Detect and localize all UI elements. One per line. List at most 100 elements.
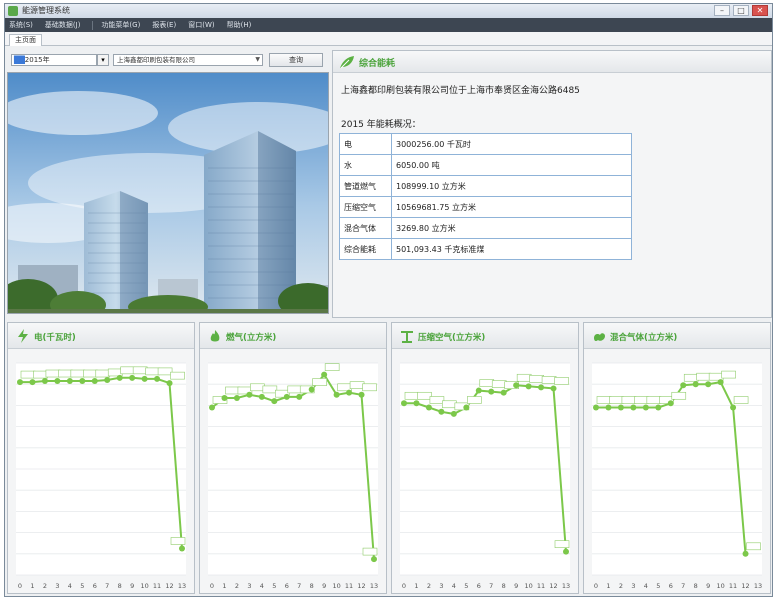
x-tick-label: 6: [669, 582, 673, 590]
maximize-button[interactable]: □: [733, 5, 749, 16]
data-point: [475, 387, 482, 394]
energy-usage-table: 电 3000256.00 千瓦时水 6050.00 吨管道燃气 108999.10 立…: [339, 133, 632, 260]
data-label: [45, 369, 61, 378]
window-title: 能源管理系统: [22, 6, 70, 15]
data-label: [479, 379, 495, 387]
data-point: [179, 545, 185, 552]
data-label: [554, 377, 569, 385]
company-building-photo: [7, 72, 329, 314]
date-picker-input[interactable]: ██2015年: [11, 54, 97, 66]
company-address: 上海鑫都印刷包装有限公司位于上海市奉贤区金海公路6485: [341, 86, 580, 96]
menu-help[interactable]: 帮助(H): [227, 20, 252, 30]
data-label: [541, 376, 557, 384]
data-label: [721, 370, 736, 379]
x-tick-label: 13: [178, 582, 186, 590]
x-tick-label: 6: [477, 582, 481, 590]
energy-overview-panel: 综合能耗 上海鑫都印刷包装有限公司位于上海市奉贤区金海公路6485 2015 年…: [332, 50, 772, 318]
menu-system[interactable]: 系统(S): [9, 20, 33, 30]
x-tick-label: 5: [656, 582, 660, 590]
data-point: [233, 394, 240, 401]
chevron-down-icon: ▼: [255, 56, 260, 63]
data-point: [91, 378, 98, 385]
data-point: [742, 550, 749, 557]
x-tick-label: 11: [537, 582, 545, 590]
data-point: [680, 382, 687, 389]
energy-value-cell: 501,093.43 千克标准煤: [391, 238, 632, 260]
data-point: [630, 404, 637, 411]
data-label: [145, 367, 160, 376]
table-row: 混合气体 3269.80 立方米: [339, 217, 632, 239]
x-tick-label: 3: [55, 582, 59, 590]
x-tick-label: 8: [502, 582, 506, 590]
x-tick-label: 1: [222, 582, 226, 590]
table-row: 电 3000256.00 千瓦时: [339, 133, 632, 155]
x-tick-label: 8: [694, 582, 698, 590]
chart-panel: 混合气体(立方米) 0 1 2 3 4 5 6 7 8 9 10 11 12 13: [583, 322, 771, 594]
table-row: 水 6050.00 吨: [339, 154, 632, 176]
x-tick-label: 2: [235, 582, 239, 590]
data-point: [346, 389, 353, 396]
data-label: [70, 369, 86, 378]
data-label: [262, 385, 278, 394]
data-label: [554, 540, 570, 548]
data-point: [563, 548, 569, 555]
overview-title: 综合能耗: [359, 59, 396, 69]
data-point: [246, 391, 253, 398]
app-window: 能源管理系统 – □ ✕ 系统(S) 基础数据(J) 功能菜单(G) 报表(E)…: [4, 3, 773, 597]
data-label: [746, 542, 761, 551]
x-tick-label: 1: [606, 582, 610, 590]
data-label: [516, 373, 532, 382]
data-point: [333, 391, 340, 398]
x-tick-label: 10: [716, 582, 724, 590]
x-tick-label: 4: [68, 582, 72, 590]
data-point: [438, 408, 445, 415]
company-select[interactable]: 上海鑫都印刷包装有限公司 ▼: [113, 54, 263, 66]
x-tick-label: 8: [118, 582, 122, 590]
data-label: [596, 396, 612, 404]
overview-header: 综合能耗: [333, 51, 771, 73]
x-tick-label: 1: [414, 582, 418, 590]
data-label: [312, 378, 327, 386]
close-button[interactable]: ✕: [752, 5, 768, 16]
query-button[interactable]: 查询: [269, 53, 323, 67]
data-point: [425, 404, 432, 411]
year-heading: 2015 年能耗概况：: [341, 120, 421, 130]
data-label: [646, 396, 662, 404]
data-point: [717, 379, 724, 386]
data-label: [95, 369, 111, 378]
data-point: [41, 378, 48, 385]
data-point: [29, 379, 36, 386]
data-point: [104, 376, 111, 383]
tab-home[interactable]: 主页面: [9, 34, 42, 46]
data-label: [132, 366, 148, 375]
menu-reports[interactable]: 报表(E): [152, 20, 176, 30]
menu-window[interactable]: 窗口(W): [188, 20, 214, 30]
x-tick-label: 9: [706, 582, 710, 590]
x-tick-label: 0: [594, 582, 598, 590]
data-label: [671, 391, 687, 400]
line-chart: 0 1 2 3 4 5 6 7 8 9 10 11 12 13: [592, 362, 762, 590]
data-label: [442, 400, 457, 409]
data-point: [500, 389, 507, 396]
chart-header: 电(千瓦时): [8, 323, 194, 349]
data-point: [79, 378, 86, 385]
data-point: [116, 374, 123, 381]
data-point: [538, 384, 545, 391]
data-point: [550, 385, 557, 392]
data-label: [683, 373, 699, 382]
x-tick-label: 5: [464, 582, 468, 590]
x-tick-label: 12: [741, 582, 749, 590]
line-chart: 0 1 2 3 4 5 6 7 8 9 10 11 12 13: [16, 362, 186, 590]
x-tick-label: 5: [272, 582, 276, 590]
minimize-button[interactable]: –: [714, 5, 730, 16]
data-point: [525, 383, 532, 390]
data-point: [413, 400, 420, 407]
date-dropdown-button[interactable]: ▾: [97, 54, 109, 66]
x-tick-label: 2: [43, 582, 47, 590]
data-label: [287, 385, 303, 394]
menu-separator: [92, 20, 94, 30]
data-label: [157, 367, 173, 376]
menu-functions[interactable]: 功能菜单(G): [101, 20, 140, 30]
data-point: [209, 404, 215, 411]
menu-base-data[interactable]: 基础数据(J): [45, 20, 81, 30]
